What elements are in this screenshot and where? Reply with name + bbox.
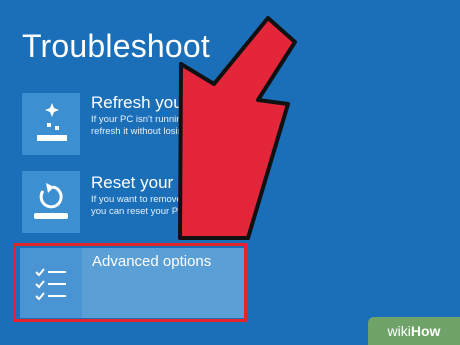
logo-wiki-text: wiki: [387, 323, 411, 339]
wikihow-logo: wiki How: [368, 317, 460, 345]
logo-how-text: How: [410, 323, 441, 339]
pointer-arrow-icon: [178, 16, 297, 240]
